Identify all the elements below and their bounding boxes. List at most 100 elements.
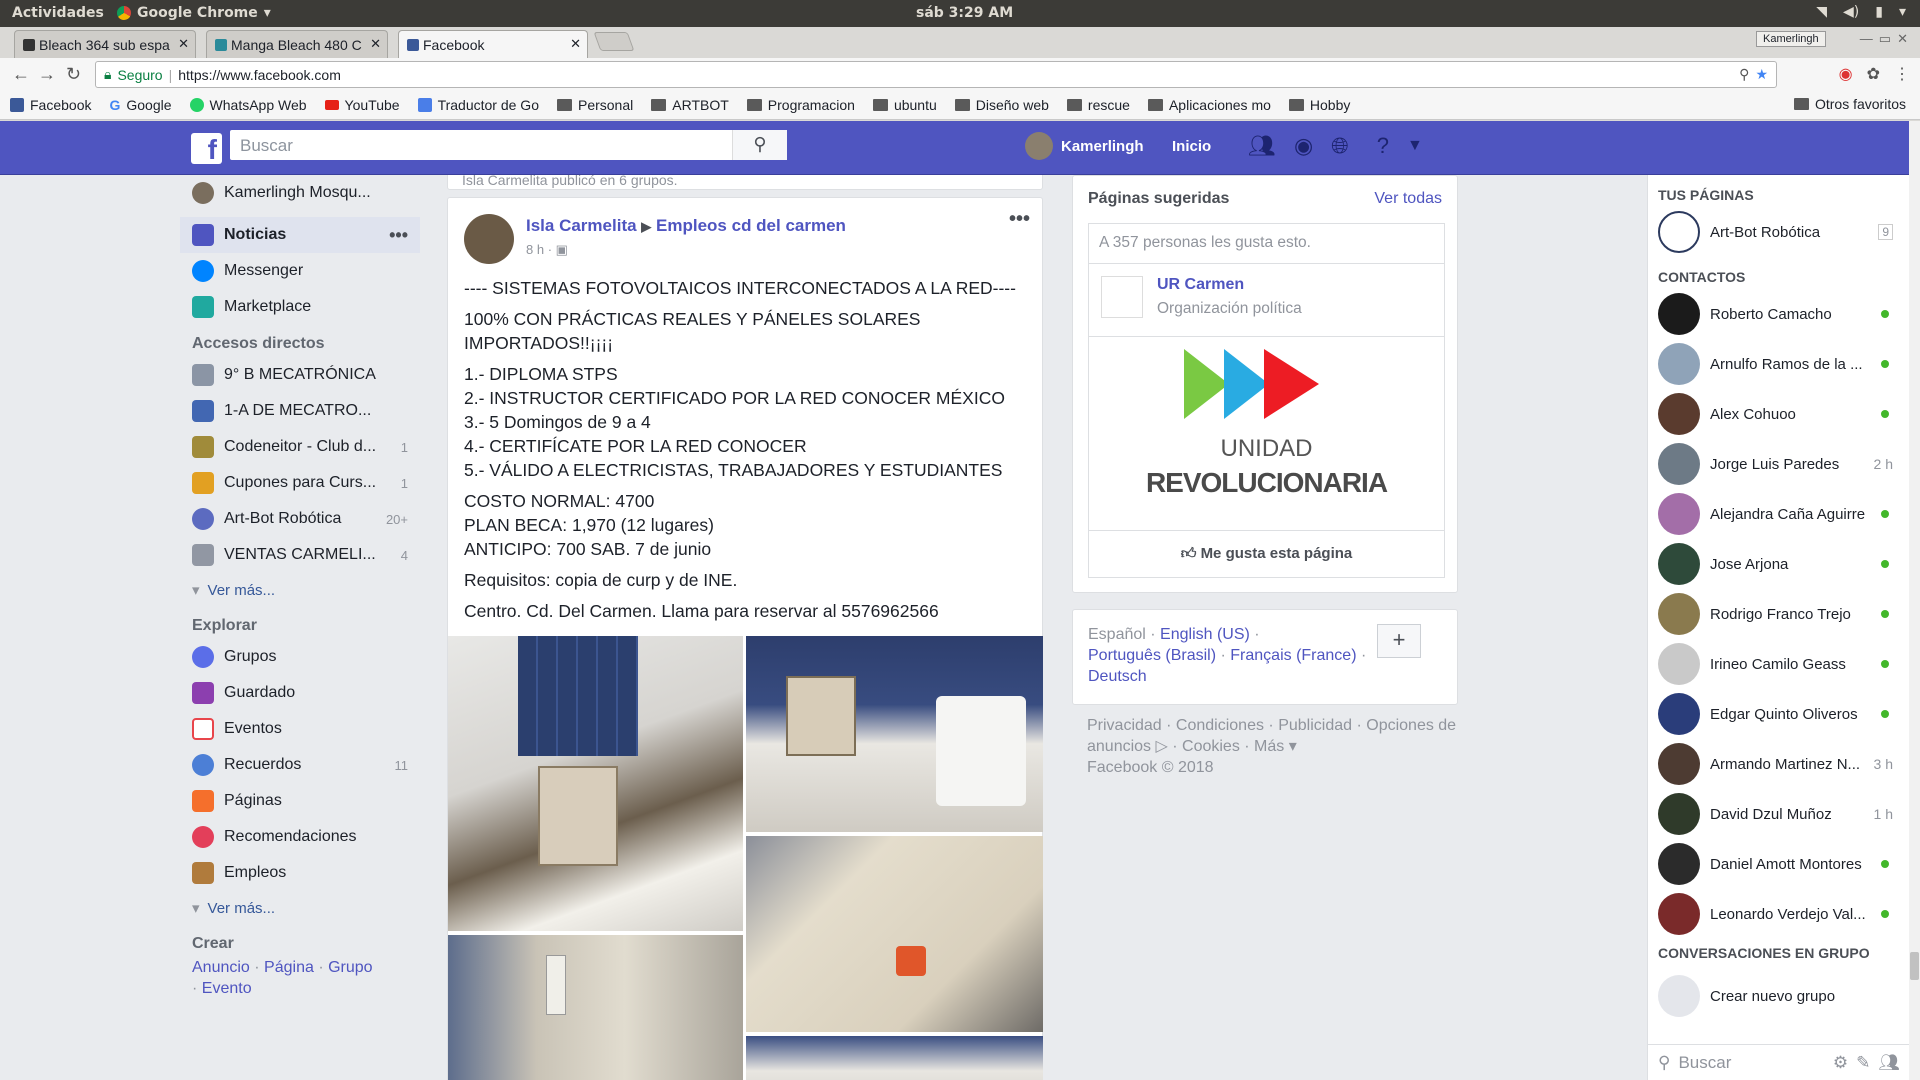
shortcut-item[interactable]: 1-A DE MECATRO... xyxy=(180,393,420,429)
extension-icon[interactable]: ✿ xyxy=(1867,64,1880,84)
bookmark-folder-programacion[interactable]: Programacion xyxy=(746,97,855,113)
contact-item[interactable]: Alejandra Caña Aguirre xyxy=(1648,489,1909,539)
search-input[interactable]: Buscar xyxy=(230,130,787,160)
see-all-link[interactable]: Ver todas xyxy=(1374,190,1442,208)
post-photo[interactable] xyxy=(448,935,743,1080)
explore-item[interactable]: Eventos xyxy=(180,711,420,747)
bookmark-folder-personal[interactable]: Personal xyxy=(556,97,633,113)
author-link[interactable]: Isla Carmelita xyxy=(526,216,637,235)
like-page-button[interactable]: 👍︎ Me gusta esta página xyxy=(1089,531,1444,577)
home-link[interactable]: Inicio xyxy=(1172,138,1211,155)
minimize-icon[interactable]: — xyxy=(1860,31,1873,47)
bookmark-folder-hobby[interactable]: Hobby xyxy=(1288,97,1350,113)
forward-icon[interactable]: → xyxy=(38,64,56,85)
chevron-down-icon[interactable]: ▾ xyxy=(1899,4,1906,20)
nav-marketplace[interactable]: Marketplace xyxy=(180,289,420,325)
back-icon[interactable]: ← xyxy=(12,64,30,85)
create-ad-link[interactable]: Anuncio xyxy=(192,959,250,976)
chevron-down-icon[interactable]: ▼ xyxy=(1407,137,1423,159)
contact-item[interactable]: Rodrigo Franco Trejo xyxy=(1648,589,1909,639)
chat-search[interactable]: ⚲ Buscar ⚙ ✎ 👥︎ xyxy=(1648,1044,1910,1080)
language-link[interactable]: English (US) xyxy=(1160,626,1250,643)
contact-item[interactable]: Irineo Camilo Geass xyxy=(1648,639,1909,689)
page-scrollbar[interactable] xyxy=(1909,121,1920,1080)
bookmark-folder-diseno[interactable]: Diseño web xyxy=(954,97,1049,113)
messenger-icon[interactable]: ◉ xyxy=(1294,133,1313,159)
bookmark-folder-ubuntu[interactable]: ubuntu xyxy=(872,97,937,113)
contact-item[interactable]: Alex Cohuoo xyxy=(1648,389,1909,439)
post-time[interactable]: 8 h xyxy=(526,242,544,257)
gear-icon[interactable]: ⚙ xyxy=(1833,1053,1848,1073)
nav-news-feed[interactable]: Noticias ••• xyxy=(180,217,420,253)
tab-facebook[interactable]: Facebook ✕ xyxy=(398,30,588,59)
contact-item[interactable]: Edgar Quinto Oliveros xyxy=(1648,689,1909,739)
create-group-item[interactable]: Crear nuevo grupo xyxy=(1648,971,1909,1021)
extension-icon[interactable]: ◉ xyxy=(1839,64,1853,84)
tab-bleach-manga[interactable]: Manga Bleach 480 C ✕ xyxy=(206,30,388,59)
bookmark-whatsapp[interactable]: WhatsApp Web xyxy=(189,97,307,113)
footer-text[interactable]: Privacidad · Condiciones · Publicidad · … xyxy=(1087,715,1457,757)
chat-search-input[interactable]: Buscar xyxy=(1678,1053,1731,1073)
post-photo[interactable] xyxy=(746,1036,1043,1080)
create-group-link[interactable]: Grupo xyxy=(328,959,372,976)
wifi-icon[interactable]: ◥ xyxy=(1816,4,1827,20)
language-link[interactable]: Deutsch xyxy=(1088,668,1147,685)
close-icon[interactable]: ✕ xyxy=(1897,31,1908,47)
shortcut-item[interactable]: 9° B MECATRÓNICA xyxy=(180,357,420,393)
bookmark-google[interactable]: G Google xyxy=(109,97,171,113)
app-menu[interactable]: Google Chrome ▾ xyxy=(117,5,271,21)
post-photo[interactable] xyxy=(746,636,1043,832)
language-link[interactable]: Português (Brasil) xyxy=(1088,647,1216,664)
bookmark-folder-artbot[interactable]: ARTBOT xyxy=(651,97,729,113)
profile-link[interactable]: Kamerlingh xyxy=(1025,132,1144,160)
contact-item[interactable]: Leonardo Verdejo Val... xyxy=(1648,889,1909,939)
star-icon[interactable]: ★ xyxy=(1755,66,1768,83)
contact-item[interactable]: David Dzul Muñoz 1 h xyxy=(1648,789,1909,839)
explore-item[interactable]: Empleos xyxy=(180,855,420,891)
bookmark-folder-rescue[interactable]: rescue xyxy=(1066,97,1130,113)
see-more-explore[interactable]: ▾ Ver más... xyxy=(180,891,420,925)
system-tray[interactable]: ◥ ◀) ▮ ▾ xyxy=(1816,4,1906,20)
bookmark-facebook[interactable]: Facebook xyxy=(10,97,91,113)
compose-icon[interactable]: ✎ xyxy=(1856,1053,1870,1073)
friend-requests-icon[interactable]: 👥︎ xyxy=(1248,133,1276,159)
close-icon[interactable]: ✕ xyxy=(370,36,381,52)
scrollbar-thumb[interactable] xyxy=(1910,952,1919,980)
contact-item[interactable]: Roberto Camacho xyxy=(1648,289,1909,339)
explore-item[interactable]: Grupos xyxy=(180,639,420,675)
explore-item[interactable]: Recuerdos 11 xyxy=(180,747,420,783)
maximize-icon[interactable]: ▭ xyxy=(1879,31,1891,47)
contact-item[interactable]: Armando Martinez N... 3 h xyxy=(1648,739,1909,789)
shortcut-item[interactable]: Art-Bot Robótica 20+ xyxy=(180,501,420,537)
profile-link[interactable]: Kamerlingh Mosqu... xyxy=(180,175,420,211)
close-icon[interactable]: ✕ xyxy=(178,36,189,52)
add-language-button[interactable]: + xyxy=(1377,624,1421,658)
shortcut-item[interactable]: Codeneitor - Club d... 1 xyxy=(180,429,420,465)
your-page-item[interactable]: Art-Bot Robótica 9 xyxy=(1648,207,1909,257)
volume-icon[interactable]: ◀) xyxy=(1843,4,1859,20)
post-photo[interactable] xyxy=(746,836,1043,1032)
contact-item[interactable]: Daniel Amott Montores xyxy=(1648,839,1909,889)
bookmark-other-favorites[interactable]: Otros favoritos xyxy=(1793,96,1906,112)
explore-item[interactable]: Guardado xyxy=(180,675,420,711)
group-icon[interactable]: 👥︎ xyxy=(1878,1053,1900,1073)
post-photo[interactable] xyxy=(448,636,743,931)
create-event-link[interactable]: Evento xyxy=(202,980,252,997)
see-more-shortcuts[interactable]: ▾ Ver más... xyxy=(180,573,420,607)
page-logo[interactable] xyxy=(1101,276,1143,318)
zoom-icon[interactable]: ⚲ xyxy=(1739,66,1749,83)
group-link[interactable]: Empleos cd del carmen xyxy=(656,216,846,235)
bookmark-translate[interactable]: Traductor de Go xyxy=(417,97,539,113)
close-icon[interactable]: ✕ xyxy=(570,36,581,52)
reload-icon[interactable]: ↻ xyxy=(66,64,81,85)
create-page-link[interactable]: Página xyxy=(264,959,314,976)
facebook-logo[interactable]: f xyxy=(191,133,222,165)
shortcut-item[interactable]: Cupones para Curs... 1 xyxy=(180,465,420,501)
more-icon[interactable]: ••• xyxy=(389,225,408,246)
post-options-icon[interactable]: ••• xyxy=(1009,208,1030,231)
contact-item[interactable]: Arnulfo Ramos de la ... xyxy=(1648,339,1909,389)
system-clock[interactable]: sáb 3:29 AM xyxy=(916,5,1013,21)
profile-badge[interactable]: Kamerlingh xyxy=(1756,31,1826,47)
nav-messenger[interactable]: Messenger xyxy=(180,253,420,289)
search-icon[interactable]: ⚲ xyxy=(732,130,787,160)
